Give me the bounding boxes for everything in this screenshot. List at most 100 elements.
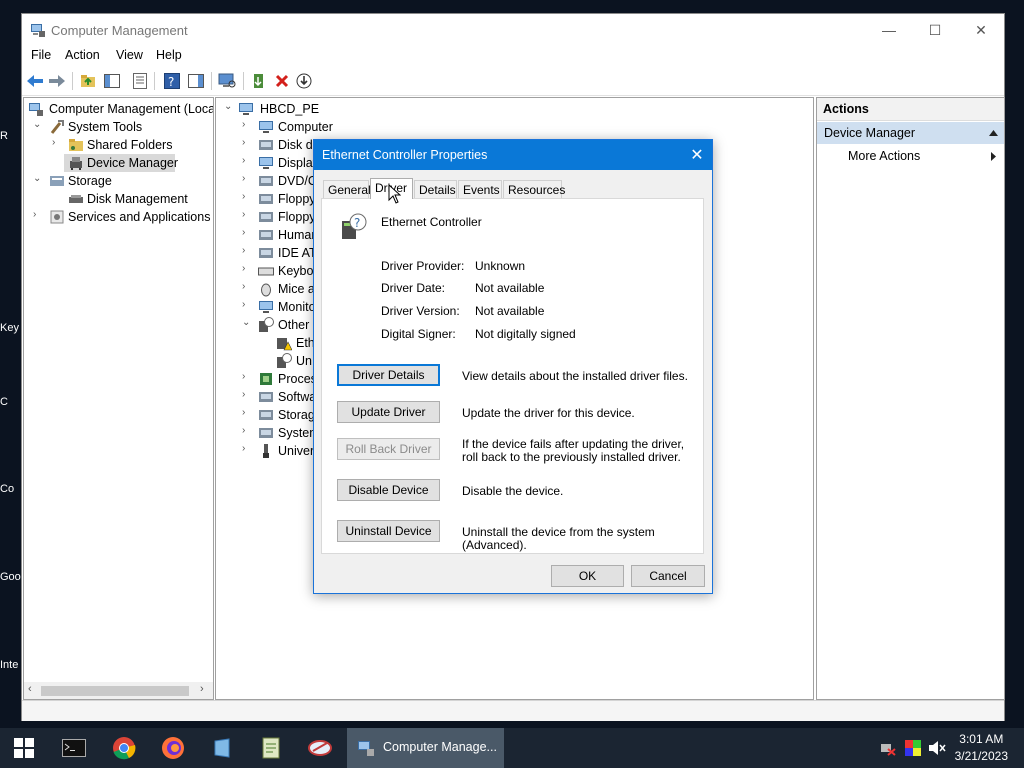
tab-details[interactable]: Details	[414, 180, 457, 198]
chevron-right-icon[interactable]: ›	[242, 425, 252, 436]
chevron-right-icon[interactable]: ›	[242, 209, 252, 220]
chevron-right-icon[interactable]: ›	[242, 119, 252, 130]
chevron-right-icon[interactable]: ›	[242, 371, 252, 382]
help-icon[interactable]: ?	[162, 71, 182, 91]
volume-muted-icon[interactable]	[928, 740, 946, 759]
digital-signer-value: Not digitally signed	[475, 327, 576, 341]
tools-icon	[50, 120, 64, 134]
monitor-icon	[259, 121, 273, 133]
tool-taskbar-icon[interactable]	[306, 734, 334, 762]
start-button[interactable]	[10, 734, 38, 762]
disable-device-icon[interactable]	[294, 71, 314, 91]
tab-events[interactable]: Events	[458, 180, 502, 198]
horizontal-scrollbar[interactable]: ‹ ›	[24, 682, 213, 699]
back-icon[interactable]	[25, 71, 45, 91]
chrome-taskbar-icon[interactable]	[110, 734, 138, 762]
mouse-cursor-icon	[388, 184, 401, 204]
notepad-taskbar-icon[interactable]	[257, 734, 285, 762]
chevron-down-icon[interactable]: ⌄	[224, 101, 234, 112]
chevron-down-icon[interactable]: ⌄	[242, 317, 252, 328]
device-tree-label: DVD/C	[278, 174, 317, 188]
minimize-button[interactable]: —	[866, 14, 912, 46]
close-button[interactable]: ✕	[958, 14, 1004, 46]
tree-item-services-applications[interactable]: › Services and Applications	[26, 208, 211, 226]
update-driver-icon[interactable]	[249, 71, 269, 91]
device-tree-label: Softwa	[278, 390, 317, 404]
tab-general[interactable]: General	[323, 180, 371, 198]
actions-header-label: Actions	[823, 102, 869, 116]
chevron-right-icon[interactable]: ›	[242, 191, 252, 202]
firefox-taskbar-icon[interactable]	[159, 734, 187, 762]
tree-item-device-manager[interactable]: Device Manager	[64, 154, 178, 172]
chevron-down-icon[interactable]: ⌄	[33, 173, 43, 184]
more-actions-item[interactable]: More Actions	[817, 147, 1004, 167]
menu-action[interactable]: Action	[65, 48, 100, 62]
chevron-right-icon[interactable]: ›	[242, 299, 252, 310]
chevron-right-icon[interactable]: ›	[242, 281, 252, 292]
color-app-icon[interactable]	[905, 740, 921, 759]
ok-button[interactable]: OK	[551, 565, 624, 587]
desktop-label: C	[0, 396, 8, 408]
scroll-right-icon[interactable]: ›	[200, 683, 204, 695]
update-driver-button[interactable]: Update Driver	[337, 401, 440, 423]
chevron-right-icon[interactable]: ›	[242, 155, 252, 166]
disk-drive-icon	[259, 140, 273, 150]
chevron-right-icon[interactable]: ›	[242, 443, 252, 454]
device-tree-item[interactable]: › Computer	[216, 118, 536, 136]
chevron-right-icon[interactable]: ›	[52, 137, 62, 148]
driver-details-button[interactable]: Driver Details	[337, 364, 440, 386]
tab-resources[interactable]: Resources	[503, 180, 565, 198]
scrollbar-thumb[interactable]	[41, 686, 189, 696]
dialog-title-bar[interactable]: Ethernet Controller Properties ✕	[314, 140, 712, 170]
menu-view[interactable]: View	[116, 48, 143, 62]
actions-section-device-manager[interactable]: Device Manager	[817, 122, 1004, 144]
unknown-device-icon	[259, 317, 274, 332]
chevron-right-icon[interactable]: ›	[242, 137, 252, 148]
properties-icon[interactable]	[130, 71, 150, 91]
tree-item-shared-folders[interactable]: › Shared Folders	[26, 136, 211, 154]
chevron-right-icon[interactable]: ›	[242, 173, 252, 184]
disable-device-button[interactable]: Disable Device	[337, 479, 440, 501]
up-folder-icon[interactable]	[78, 71, 98, 91]
explorer-taskbar-icon[interactable]	[208, 734, 236, 762]
menu-help[interactable]: Help	[156, 48, 182, 62]
show-hide-tree-icon[interactable]	[102, 71, 122, 91]
collapse-up-icon[interactable]	[989, 130, 998, 136]
windows-logo-icon	[14, 738, 34, 758]
chevron-right-icon[interactable]: ›	[33, 209, 43, 220]
device-tree-label: Proces	[278, 372, 317, 386]
chevron-right-icon[interactable]: ›	[242, 245, 252, 256]
taskbar-item-computer-management[interactable]: Computer Manage...	[347, 728, 504, 768]
title-bar[interactable]: Computer Management — ☐ ✕	[22, 14, 1004, 46]
tree-item-label: Shared Folders	[87, 138, 173, 152]
device-tree-label: Storag	[278, 408, 315, 422]
maximize-button[interactable]: ☐	[912, 14, 958, 46]
scan-hardware-icon[interactable]	[217, 71, 237, 91]
uninstall-icon[interactable]	[272, 71, 292, 91]
tree-item-storage[interactable]: ⌄ Storage	[26, 172, 211, 190]
terminal-taskbar-icon[interactable]	[60, 734, 88, 762]
forward-icon[interactable]	[47, 71, 67, 91]
network-icon[interactable]	[880, 740, 896, 759]
computer-management-icon	[358, 741, 374, 756]
cancel-button[interactable]: Cancel	[631, 565, 705, 587]
floppy-icon	[259, 194, 273, 204]
action-pane-icon[interactable]	[186, 71, 206, 91]
system-clock[interactable]: 3:01 AM 3/21/2023	[955, 731, 1008, 765]
menu-file[interactable]: File	[31, 48, 51, 62]
tree-item-disk-management[interactable]: Disk Management	[26, 190, 211, 208]
uninstall-device-button[interactable]: Uninstall Device	[337, 520, 440, 542]
tree-item-system-tools[interactable]: ⌄ System Tools	[26, 118, 211, 136]
dialog-close-button[interactable]: ✕	[682, 140, 712, 170]
chevron-down-icon[interactable]: ⌄	[33, 119, 43, 130]
tree-item-computer-management[interactable]: Computer Management (Local	[26, 100, 213, 118]
scroll-left-icon[interactable]: ‹	[28, 683, 32, 695]
chevron-right-icon[interactable]: ›	[242, 389, 252, 400]
dvd-icon	[259, 176, 273, 186]
chevron-right-icon[interactable]: ›	[242, 263, 252, 274]
chevron-right-icon[interactable]: ›	[242, 407, 252, 418]
digital-signer-label: Digital Signer:	[381, 327, 456, 341]
taskbar: Computer Manage... 3:01 AM 3/21/2023	[0, 728, 1024, 768]
chevron-right-icon[interactable]: ›	[242, 227, 252, 238]
tree-item-root[interactable]: ⌄ HBCD_PE	[216, 100, 516, 118]
